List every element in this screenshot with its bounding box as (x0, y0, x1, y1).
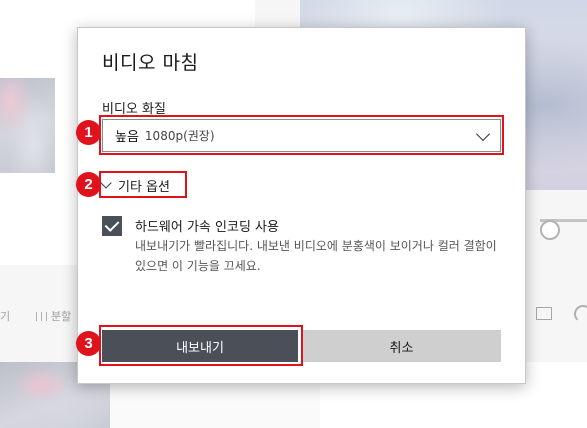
hardware-encoding-checkbox[interactable] (102, 216, 122, 236)
video-quality-selected: 높음 (115, 130, 139, 145)
more-options-label: 기타 옵션 (118, 179, 170, 195)
video-quality-label: 비디오 화질 (102, 102, 166, 117)
export-button[interactable]: 내보내기 (102, 330, 298, 362)
chevron-down-icon (475, 126, 491, 142)
video-quality-selected-detail: 1080p(권장) (144, 129, 215, 143)
step-badge-2: 2 (76, 172, 101, 197)
hardware-encoding-description: 내보내기가 빨라집니다. 내보낸 비디오에 분홍색이 보이거나 컬러 결함이 있… (135, 239, 497, 273)
dialog-title: 비디오 마침 (102, 52, 199, 74)
chevron-down-icon (100, 177, 112, 189)
cancel-button[interactable]: 취소 (302, 330, 501, 362)
finish-video-dialog: 비디오 마침 비디오 화질 높음 1080p(권장) 기타 옵션 하드웨어 가속… (77, 27, 526, 384)
hardware-encoding-label[interactable]: 하드웨어 가속 인코딩 사용 (135, 216, 279, 235)
step-badge-1: 1 (76, 120, 101, 145)
more-options-toggle[interactable]: 기타 옵션 (100, 174, 170, 196)
video-quality-dropdown[interactable]: 높음 1080p(권장) (102, 119, 501, 152)
step-badge-3: 3 (76, 331, 101, 356)
